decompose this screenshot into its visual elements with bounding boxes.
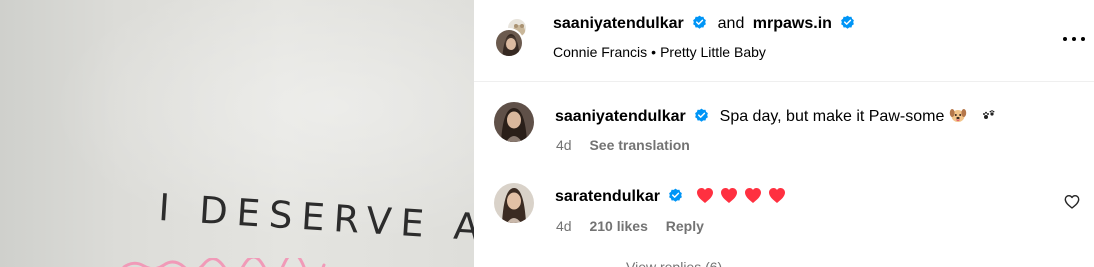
separator-dot: • xyxy=(651,44,657,60)
more-options-icon[interactable] xyxy=(1063,28,1085,50)
dog-face-icon xyxy=(949,109,966,122)
audio-attribution[interactable]: Connie Francis • Pretty Little Baby xyxy=(553,44,766,60)
collab-usernames: saaniyatendulkar and mrpaws.in xyxy=(553,15,855,33)
avatar[interactable] xyxy=(494,102,534,142)
username-link[interactable]: saaniyatendulkar xyxy=(553,15,684,32)
post-details-panel: saaniyatendulkar and mrpaws.in Connie Fr… xyxy=(474,0,1094,267)
comment-timestamp[interactable]: 4d xyxy=(556,218,572,234)
caption-comment: saaniyatendulkar Spa day, but make it Pa… xyxy=(474,100,1094,160)
view-replies-label: View replies (6) xyxy=(626,259,723,267)
comment-timestamp[interactable]: 4d xyxy=(556,137,572,153)
see-translation-button[interactable]: See translation xyxy=(589,137,689,153)
red-heart-icon xyxy=(696,188,713,203)
verified-badge-icon xyxy=(693,15,707,29)
comment-username[interactable]: saratendulkar xyxy=(555,188,660,205)
comment-username[interactable]: saaniyatendulkar xyxy=(555,108,686,125)
comment-meta: 4d 210 likes Reply xyxy=(556,218,704,234)
post-media[interactable]: I DESERVE A xyxy=(0,0,474,267)
comment-body: saratendulkar xyxy=(555,187,786,206)
verified-badge-icon xyxy=(841,15,855,29)
red-heart-icon xyxy=(720,188,737,203)
music-artist: Connie Francis xyxy=(553,44,648,60)
comment-text: Spa day, but make it Paw-some xyxy=(719,108,945,125)
neon-sign-fragment xyxy=(122,258,326,267)
username-link[interactable]: mrpaws.in xyxy=(753,15,832,32)
song-title: Pretty Little Baby xyxy=(660,44,766,60)
heart-emoji-row xyxy=(696,187,786,204)
avatar[interactable] xyxy=(494,183,534,223)
comment-body: saaniyatendulkar Spa day, but make it Pa… xyxy=(555,106,997,126)
verified-badge-icon xyxy=(695,108,709,122)
collab-conjunction: and xyxy=(717,15,745,32)
like-count[interactable]: 210 likes xyxy=(589,218,647,234)
view-replies-button[interactable]: View replies (6) xyxy=(586,259,786,267)
comment-meta: 4d See translation xyxy=(556,137,690,153)
paw-prints-icon xyxy=(983,110,995,119)
collab-avatar-saaniya[interactable] xyxy=(494,28,524,58)
comment-item: saratendulkar 4d 210 likes Reply xyxy=(474,181,1094,241)
reply-button[interactable]: Reply xyxy=(666,218,704,234)
verified-badge-icon xyxy=(669,188,683,202)
red-heart-icon xyxy=(768,188,785,203)
post-header: saaniyatendulkar and mrpaws.in Connie Fr… xyxy=(474,0,1094,82)
heart-outline-icon[interactable] xyxy=(1064,194,1080,210)
red-heart-icon xyxy=(744,188,761,203)
